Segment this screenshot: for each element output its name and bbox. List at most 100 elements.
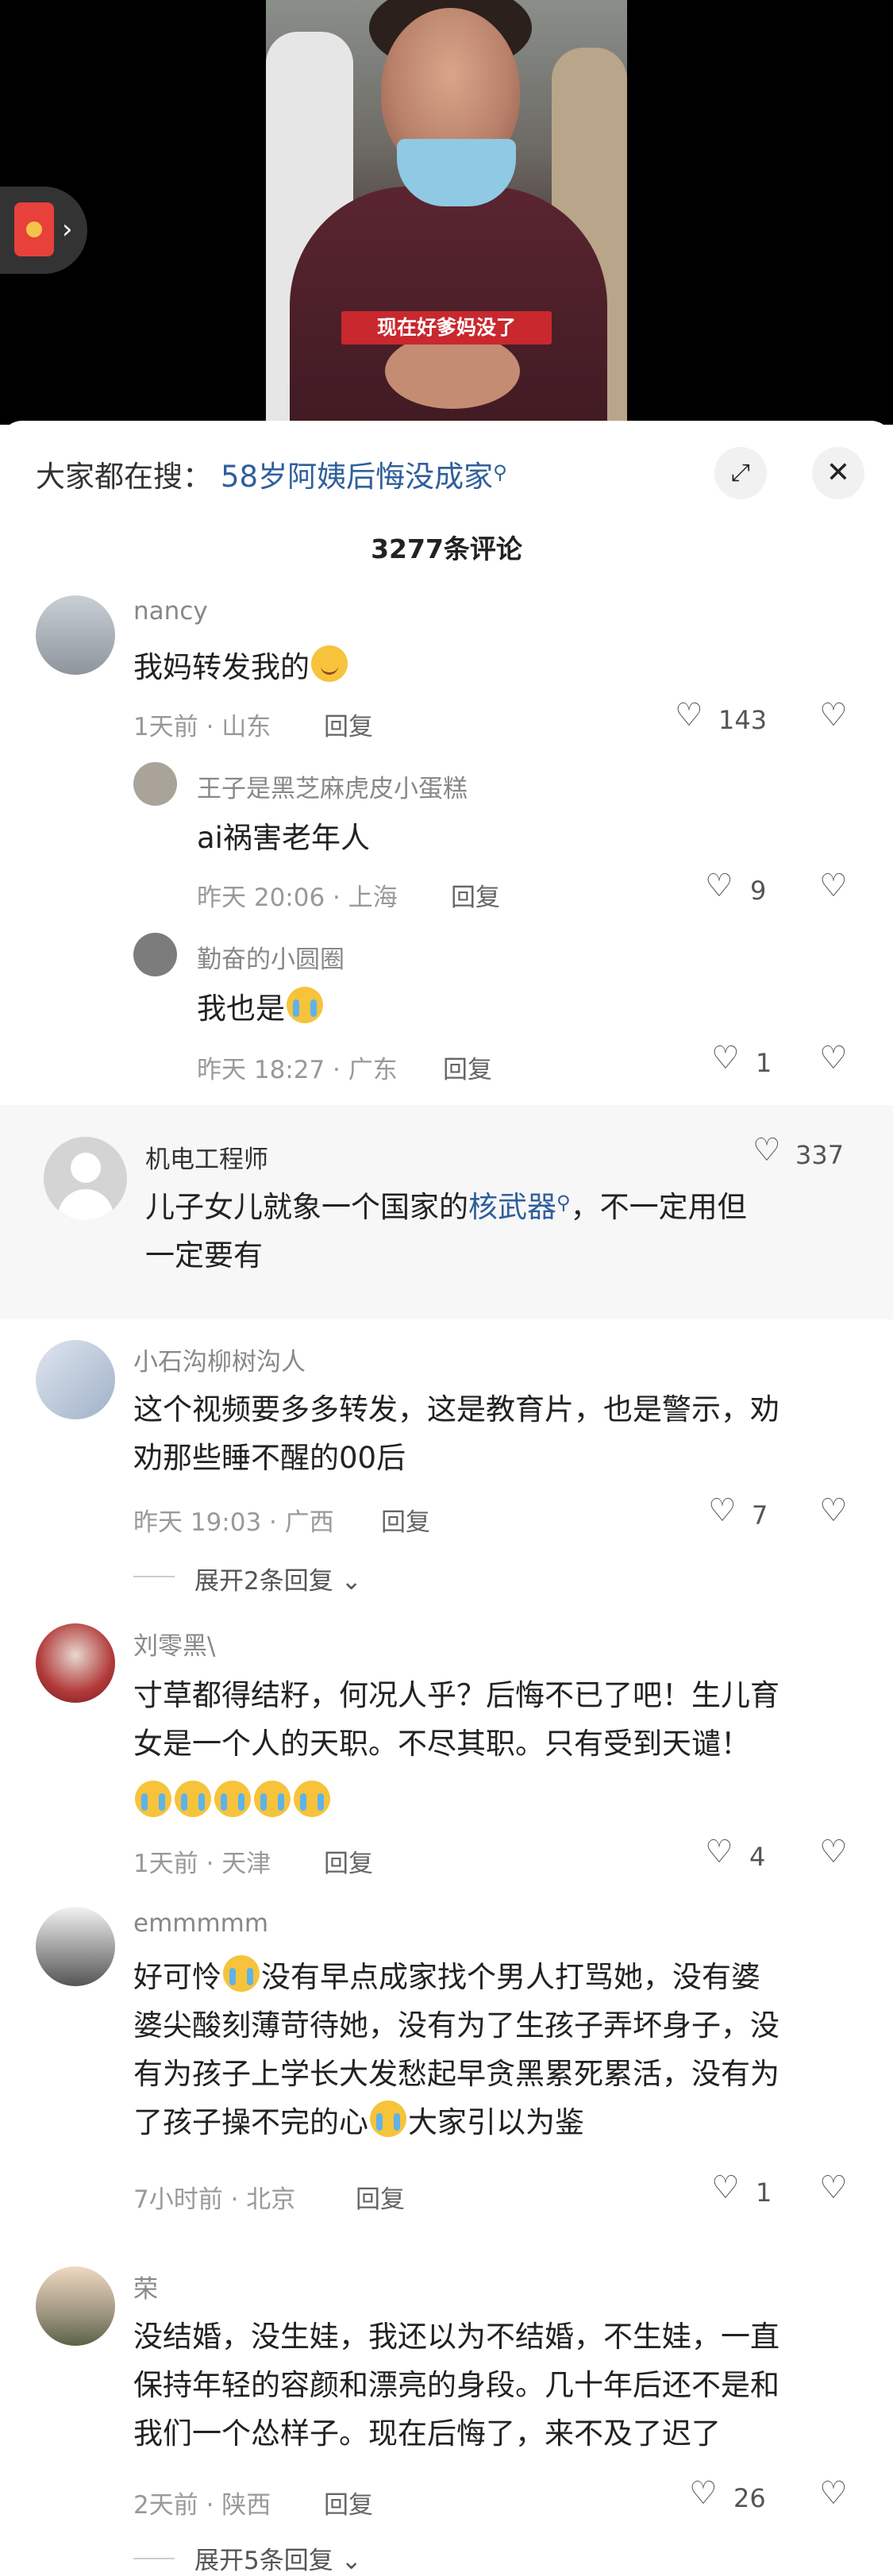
comment-text-part: 儿子女儿就象一个国家的 [145,1190,468,1224]
comment-text: 好可怜 没有早点成家找个男人打骂她，没有婆婆尖酸刻薄苛待她，没有为了生孩子弄坏身子… [133,1953,864,2147]
cry-emoji [287,987,323,1023]
search-prefix: 大家都在搜： [36,460,212,494]
comment-text-content: 我妈转发我的 [133,650,310,684]
comment-sheet [0,421,893,2572]
comment-text-part: 一定要有 [145,1238,263,1273]
comment-author[interactable]: 刘零黑\ [133,1626,215,1662]
reply-button[interactable]: 回复 [381,1502,430,1538]
search-suggestion-link[interactable]: 58岁阿姨后悔没成家⚲ [221,452,507,495]
avatar[interactable] [36,1907,115,1986]
comment-meta: 1天前 · 天津 [133,1850,271,1878]
heart-icon[interactable]: ♡ [675,697,703,734]
avatar[interactable] [44,1137,127,1220]
expand-replies-label: 展开5条回复 [194,2547,333,2575]
like-count: 7 [752,1500,768,1531]
comment-meta: 昨天 19:03 · 广西 [133,1508,334,1537]
avatar[interactable] [36,2266,115,2346]
like-count: 4 [749,1842,766,1872]
reply-button[interactable]: 回复 [443,1049,492,1085]
comment-author[interactable]: 荣 [133,2269,158,2305]
search-icon: ⚲ [493,461,507,483]
reply-button[interactable]: 回复 [356,2179,405,2215]
comment-text-part: 保持年轻的容颜和漂亮的身段。几十年后还不是和 [133,2368,779,2402]
avatar[interactable] [133,933,177,976]
avatar[interactable] [36,595,115,675]
broken-heart-icon[interactable]: ♡ [819,2170,848,2206]
search-icon: ⚲ [556,1192,571,1214]
avatar[interactable] [36,1340,115,1419]
heart-icon[interactable]: ♡ [705,1834,733,1870]
like-count: 1 [756,1048,772,1078]
gift-icon [14,202,54,256]
reply-author[interactable]: 勤奋的小圆圈 [197,939,344,975]
comment-author[interactable]: 机电工程师 [145,1139,268,1175]
comment-text: 儿子女儿就象一个国家的核武器⚲，不一定用但 一定要有 [145,1179,860,1280]
comment-count: 3277条评论 [371,533,522,564]
divider [133,1576,175,1577]
heart-icon[interactable]: ♡ [711,1040,740,1076]
heart-icon[interactable]: ♡ [689,2475,718,2512]
heart-icon[interactable]: ♡ [753,1132,781,1169]
broken-heart-icon[interactable]: ♡ [819,1040,848,1076]
reply-button[interactable]: 回复 [324,1843,373,1879]
search-suggestion-text: 58岁阿姨后悔没成家 [221,460,494,494]
heart-icon[interactable]: ♡ [711,2170,740,2206]
comment-text: 这个视频要多多转发，这是教育片，也是警示，劝 劝那些睡不醒的00后 [133,1385,779,1482]
reply-author[interactable]: 王子是黑芝麻虎皮小蛋糕 [197,768,468,804]
cry-emoji [223,1955,260,1992]
video-player[interactable]: 现在好爹妈没了 › [0,0,893,425]
keyword-link[interactable]: 核武器⚲ [468,1190,571,1224]
comment-text: 没结婚，没生娃，我还以为不结婚，不生娃，一直 保持年轻的容颜和漂亮的身段。几十年后… [133,2312,779,2458]
comment-text-part: 劝那些睡不醒的00后 [133,1441,406,1475]
cry-emoji [135,1781,171,1817]
like-count: 9 [750,876,767,906]
comment-text-part: 好可怜 [133,1960,221,1994]
emoji-row [133,1778,332,1827]
expand-replies-button[interactable]: 展开5条回复 ⌄ [194,2540,362,2576]
cry-emoji [254,1781,291,1817]
comment-author[interactable]: nancy [133,597,208,626]
divider [133,2558,175,2559]
comment-meta: 2天前 · 陕西 [133,2491,271,2520]
cry-emoji [294,1781,330,1817]
cry-emoji [214,1781,251,1817]
chevron-down-icon: ⌄ [341,1567,362,1596]
like-count: 1 [756,2177,772,2208]
comment-text-part: 女是一个人的天职。不尽其职。只有受到天谴！ [133,1727,750,1761]
expand-replies-label: 展开2条回复 [194,1567,333,1596]
comment-text-part: 我们一个怂样子。现在后悔了，来不及了迟了 [133,2416,721,2451]
broken-heart-icon[interactable]: ♡ [819,1492,848,1529]
comment-text: 我妈转发我的 [133,643,349,691]
comment-text-part: 寸草都得结籽，何况人乎？后悔不已了吧！生儿育 [133,1678,779,1712]
reply-meta: 昨天 18:27 · 广东 [197,1056,398,1084]
comment-text-part: 没结婚，没生娃，我还以为不结婚，不生娃，一直 [133,2320,779,2354]
reply-text-content: 我也是 [197,992,285,1026]
cry-emoji [370,2100,406,2137]
reply-button[interactable]: 回复 [324,707,373,742]
broken-heart-icon[interactable]: ♡ [819,1834,848,1870]
broken-heart-icon[interactable]: ♡ [819,868,848,904]
close-icon: ✕ [826,456,851,489]
expand-replies-button[interactable]: 展开2条回复 ⌄ [194,1561,362,1596]
heart-icon[interactable]: ♡ [708,1492,737,1529]
comment-author[interactable]: 小石沟柳树沟人 [133,1342,306,1377]
broken-heart-icon[interactable]: ♡ [819,697,848,734]
woman-hands [385,333,520,409]
heart-icon[interactable]: ♡ [705,868,733,904]
comment-author[interactable]: emmmmm [133,1909,268,1938]
expand-button[interactable]: ⤢ [714,447,767,499]
avatar[interactable] [36,1623,115,1703]
avatar[interactable] [133,762,177,806]
reply-meta: 昨天 20:06 · 上海 [197,884,398,912]
smile-emoji [311,645,348,682]
keyword-link-text: 核武器 [468,1190,556,1224]
close-button[interactable]: ✕ [812,447,864,499]
broken-heart-icon[interactable]: ♡ [819,2475,848,2512]
reply-button[interactable]: 回复 [324,2485,373,2520]
comment-text: 寸草都得结籽，何况人乎？后悔不已了吧！生儿育 女是一个人的天职。不尽其职。只有受到… [133,1671,779,1768]
comment-text-part: 婆尖酸刻薄苛待她，没有为了生孩子弄坏身子，没 [133,2008,779,2043]
comment-text-part: 没有早点成家找个男人打骂她，没有婆 [261,1960,760,1994]
reply-button[interactable]: 回复 [451,877,500,913]
gift-button[interactable]: › [0,187,87,274]
comment-meta: 1天前 · 山东 [133,713,271,741]
